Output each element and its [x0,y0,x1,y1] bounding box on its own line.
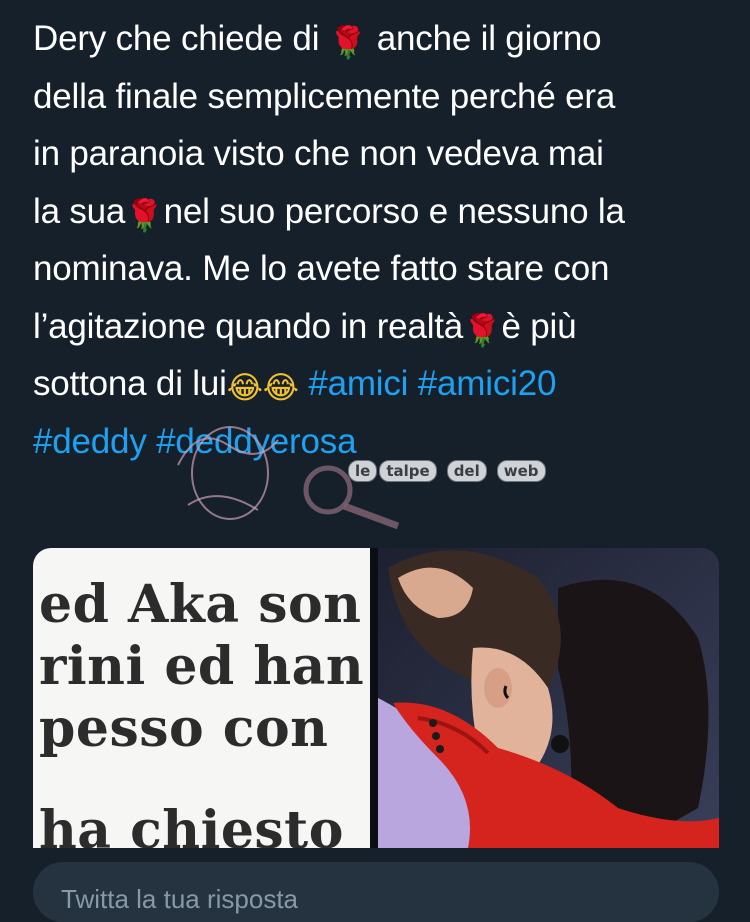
tweet-line-1: Dery che chiede di 🌹 anche il giorno [33,10,723,68]
tweet-media[interactable]: ed Aka son rini ed han pesso con ha chie… [33,548,719,848]
article-text-line: rini ed han [39,636,365,697]
tweet-text-segment: è più [501,306,577,346]
magnifier-icon [303,465,400,530]
article-text-line: pesso con [39,698,329,759]
tweet-line-3: in paranoia visto che non vedeva mai [33,134,604,173]
tweet-text-segment: la sua [33,191,126,231]
tweet-text-segment: nel suo percorso e nessuno la [163,191,625,231]
reply-placeholder: Twitta la tua risposta [61,884,298,914]
reply-input[interactable]: Twitta la tua risposta [33,862,719,922]
tweet-text-segment: sottona di lui [33,364,227,403]
media-image-photo[interactable] [378,548,719,848]
hashtag-link[interactable]: #amici #amici20 [308,364,556,403]
tweet-text-segment: anche il giorno [376,19,602,58]
tweet-line-2: della finale semplicemente perché era [33,76,616,116]
tweet-line-6: l’agitazione quando in realtà🌹è più [33,298,723,356]
tweet-line-4: la sua🌹nel suo percorso e nessuno la [33,183,723,241]
article-text-line: ed Aka son [39,574,362,635]
hashtag-link[interactable]: #deddy #deddyerosa [33,413,723,471]
laughing-emoji-icon: 😂 [262,370,299,405]
media-divider [370,548,378,848]
tweet-text-segment: Dery che chiede di [33,19,320,58]
rose-emoji-icon: 🌹 [463,312,502,348]
rose-emoji-icon: 🌹 [328,25,368,60]
tweet-line-5: nominava. Me lo avete fatto stare con [33,249,610,288]
tweet-text-segment: l’agitazione quando in realtà [33,306,464,346]
laughing-emoji-icon: 😂 [226,370,263,405]
rose-emoji-icon: 🌹 [125,197,164,233]
tweet-text: Dery che chiede di 🌹 anche il giorno del… [33,10,723,470]
tweet-line-7: sottona di lui😂😂 #amici #amici20 [33,355,723,413]
photo-illustration [378,548,719,848]
article-text-line: ha chiesto [39,800,344,848]
media-image-article[interactable]: ed Aka son rini ed han pesso con ha chie… [33,548,370,848]
